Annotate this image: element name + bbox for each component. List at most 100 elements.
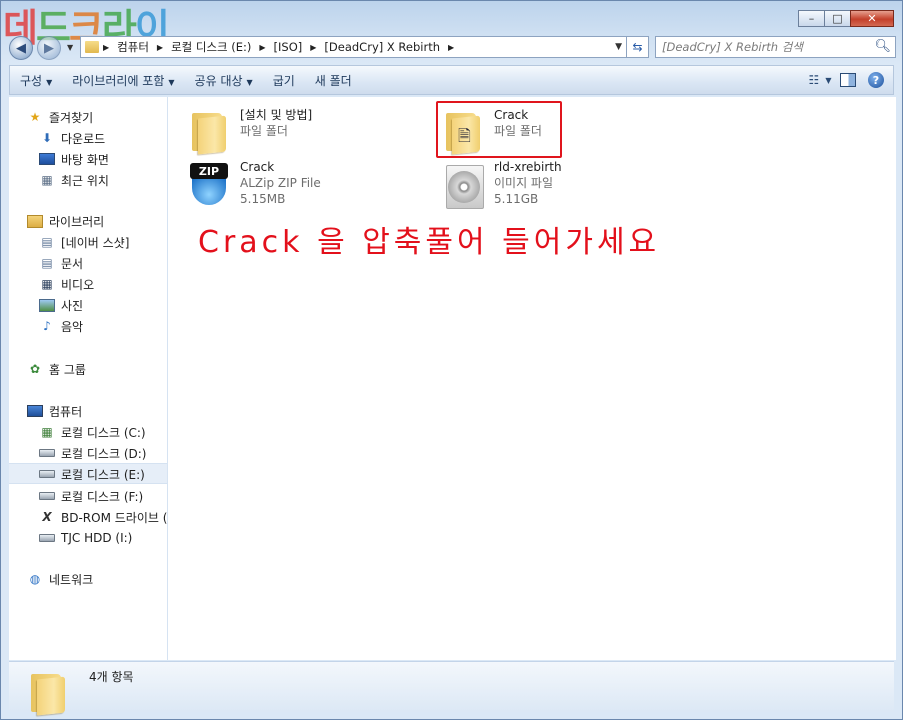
burn-button[interactable]: 굽기 xyxy=(263,72,305,89)
navigation-pane: ★ 즐겨찾기 ⬇ 다운로드 바탕 화면 ▦ 최근 위치 라이브러리 ▤ [네이버 스샷]… xyxy=(9,97,168,660)
nav-homegroup-label: 홈 그룹 xyxy=(49,362,86,377)
file-name: rld-xrebirth xyxy=(494,160,562,174)
nav-naver-screenshot[interactable]: ▤ [네이버 스샷] xyxy=(39,232,129,252)
close-button[interactable]: ✕ xyxy=(850,10,894,27)
back-button[interactable]: ◀ xyxy=(9,36,33,60)
nav-network-label: 네트워크 xyxy=(49,572,94,587)
breadcrumb-separator-icon: ▶ xyxy=(156,42,164,52)
maximize-button[interactable]: □ xyxy=(824,10,851,27)
breadcrumb-drive-e[interactable]: 로컬 디스크 (E:) xyxy=(167,39,255,55)
refresh-icon: ⇆ xyxy=(632,40,643,54)
file-name: Crack xyxy=(494,108,529,122)
new-folder-button[interactable]: 새 폴더 xyxy=(305,72,362,89)
search-input[interactable] xyxy=(656,37,878,57)
forward-arrow-icon: ▶ xyxy=(44,40,54,56)
nav-recent-places[interactable]: ▦ 최근 위치 xyxy=(39,170,109,190)
nav-bd-rom[interactable]: X BD-ROM 드라이브 ( xyxy=(39,507,167,527)
nav-libraries[interactable]: 라이브러리 xyxy=(27,211,104,231)
file-name: [설치 및 방법] xyxy=(240,108,313,122)
search-icon[interactable]: 🔍︎ xyxy=(874,39,891,54)
share-with-button[interactable]: 공유 대상 ▼ xyxy=(185,72,263,89)
file-name: Crack xyxy=(240,160,275,174)
nav-desktop[interactable]: 바탕 화면 xyxy=(39,149,109,169)
nav-pictures[interactable]: 사진 xyxy=(39,295,83,315)
nav-videos[interactable]: ▦ 비디오 xyxy=(39,274,94,294)
nav-drive-c-label: 로컬 디스크 (C:) xyxy=(61,425,146,440)
nav-downloads-label: 다운로드 xyxy=(61,131,106,146)
nav-computer-label: 컴퓨터 xyxy=(49,404,83,419)
nav-downloads[interactable]: ⬇ 다운로드 xyxy=(39,128,105,148)
nav-naver-screenshot-label: [네이버 스샷] xyxy=(61,235,130,250)
file-type: 이미지 파일 xyxy=(494,176,554,190)
nav-favorites[interactable]: ★ 즐겨찾기 xyxy=(27,107,94,127)
breadcrumb-current-folder[interactable]: [DeadCry] X Rebirth xyxy=(320,40,444,54)
minimize-button[interactable]: – xyxy=(798,10,825,27)
nav-drive-f-label: 로컬 디스크 (F:) xyxy=(61,489,144,504)
nav-documents-label: 문서 xyxy=(61,256,84,271)
nav-computer[interactable]: 컴퓨터 xyxy=(27,401,82,421)
nav-music[interactable]: ♪ 음악 xyxy=(39,316,83,336)
nav-favorites-label: 즐겨찾기 xyxy=(49,110,94,125)
breadcrumb-separator-icon: ▶ xyxy=(448,42,455,52)
file-item-iso[interactable]: rld-xrebirth 이미지 파일 5.11GB xyxy=(442,159,562,209)
nav-drive-e[interactable]: 로컬 디스크 (E:) xyxy=(39,464,145,484)
back-arrow-icon: ◀ xyxy=(16,40,26,56)
system-drive-icon: ▦ xyxy=(41,425,53,439)
view-grid-icon: ☷ xyxy=(808,73,820,87)
nav-drive-c[interactable]: ▦ 로컬 디스크 (C:) xyxy=(39,422,146,442)
breadcrumb-separator-icon: ▶ xyxy=(310,42,317,52)
details-pane: 4개 항목 xyxy=(9,661,894,716)
window-controls: – □ ✕ xyxy=(798,10,894,27)
navigation-bar: ◀ ▶ ▼ ▶ 컴퓨터 ▶ 로컬 디스크 (E:) ▶ [ISO] ▶ [Dea… xyxy=(9,35,896,61)
crack-thumbnail-icon: 🗎︎ xyxy=(458,126,471,145)
organize-button[interactable]: 구성 ▼ xyxy=(10,72,62,89)
refresh-button[interactable]: ⇆ xyxy=(627,36,649,58)
breadcrumb-separator-icon: ▶ xyxy=(259,42,266,52)
nav-tjc-hdd-label: TJC HDD (I:) xyxy=(61,531,133,545)
nav-drive-f[interactable]: 로컬 디스크 (F:) xyxy=(39,486,143,506)
nav-network[interactable]: ◍ 네트워크 xyxy=(27,569,93,589)
folder-icon xyxy=(27,668,67,716)
nav-drive-d[interactable]: 로컬 디스크 (D:) xyxy=(39,443,146,463)
file-item-zip[interactable]: ZIP Crack ALZip ZIP File 5.15MB xyxy=(188,159,321,207)
preview-pane-icon xyxy=(840,73,856,87)
address-dropdown-icon[interactable]: ▼ xyxy=(615,42,622,52)
zip-icon: ZIP xyxy=(188,159,232,207)
breadcrumb-iso[interactable]: [ISO] xyxy=(270,40,307,54)
nav-tjc-hdd[interactable]: TJC HDD (I:) xyxy=(39,528,132,548)
nav-music-label: 음악 xyxy=(61,319,84,334)
folder-icon xyxy=(85,41,99,53)
annotation-text: Crack 을 압축풀어 들어가세요 xyxy=(198,225,661,260)
file-item-crack-folder[interactable]: 🗎︎ Crack 파일 폴더 xyxy=(442,107,542,155)
documents-icon: ▤ xyxy=(41,256,53,270)
video-film-icon: ▦ xyxy=(41,277,53,291)
nav-bd-rom-label: BD-ROM 드라이브 ( xyxy=(61,510,168,525)
preview-pane-button[interactable] xyxy=(837,70,859,90)
file-type: 파일 폴더 xyxy=(240,124,288,138)
disc-image-icon xyxy=(442,159,486,209)
homegroup-icon: ✿ xyxy=(29,362,41,376)
dropdown-arrow-icon: ▼ xyxy=(825,75,832,85)
document-library-icon: ▤ xyxy=(41,235,53,249)
breadcrumb-computer[interactable]: 컴퓨터 xyxy=(113,39,153,55)
file-list: [설치 및 방법] 파일 폴더 🗎︎ Crack 파일 폴더 ZIP Crack AL… xyxy=(168,97,896,660)
view-options-button[interactable]: ☷ ▼ xyxy=(808,70,832,90)
nav-homegroup[interactable]: ✿ 홈 그룹 xyxy=(27,359,86,379)
dropdown-arrow-icon: ▼ xyxy=(46,77,53,87)
network-globe-icon: ◍ xyxy=(29,572,41,586)
address-bar[interactable]: ▶ 컴퓨터 ▶ 로컬 디스크 (E:) ▶ [ISO] ▶ [DeadCry] … xyxy=(80,36,627,58)
hard-drive-icon xyxy=(39,530,55,546)
hard-drive-icon xyxy=(39,445,55,461)
download-folder-icon: ⬇ xyxy=(41,131,53,145)
dropdown-arrow-icon: ▼ xyxy=(168,77,175,87)
nav-recent-places-label: 최근 위치 xyxy=(61,173,109,188)
file-type: ALZip ZIP File xyxy=(240,176,321,190)
include-in-library-button[interactable]: 라이브러리에 포함 ▼ xyxy=(62,72,184,89)
nav-documents[interactable]: ▤ 문서 xyxy=(39,253,83,273)
recent-pages-dropdown[interactable]: ▼ xyxy=(67,43,73,52)
help-button[interactable]: ? xyxy=(865,70,887,90)
nav-libraries-label: 라이브러리 xyxy=(49,214,105,229)
file-type: 파일 폴더 xyxy=(494,124,542,138)
file-item[interactable]: [설치 및 방법] 파일 폴더 xyxy=(188,107,312,155)
forward-button[interactable]: ▶ xyxy=(37,36,61,60)
